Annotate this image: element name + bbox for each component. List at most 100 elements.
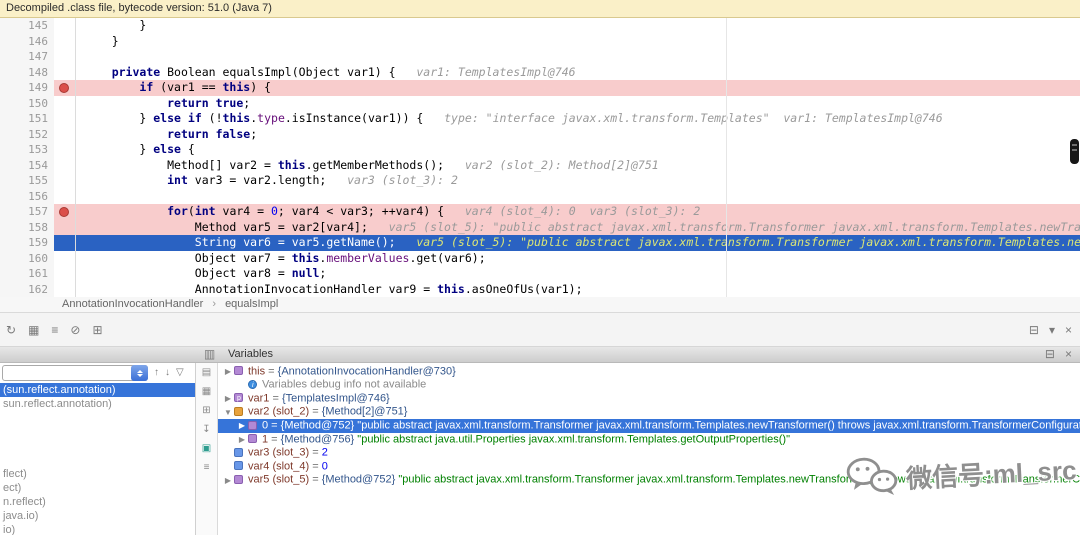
variable-row[interactable]: var4 (slot_4) = 0 (218, 460, 1080, 474)
code-editor[interactable]: 145 }146 }147148 private Boolean equalsI… (0, 18, 1080, 297)
gutter-cell[interactable] (54, 65, 76, 81)
filter-icon[interactable]: ▽ (176, 368, 184, 378)
line-number[interactable]: 154 (0, 158, 54, 174)
code-line[interactable]: 154 Method[] var2 = this.getMemberMethod… (0, 158, 1080, 174)
frame-row[interactable] (0, 411, 195, 425)
frame-row[interactable]: (sun.reflect.annotation) (0, 383, 195, 397)
frame-row[interactable]: java.io) (0, 509, 195, 523)
frame-row[interactable]: ect) (0, 481, 195, 495)
hide-panel-icon[interactable]: × (1065, 348, 1072, 360)
variable-row[interactable]: ▶this = {AnnotationInvocationHandler@730… (218, 365, 1080, 379)
settings-gear-icon[interactable]: ⊟ (1029, 324, 1039, 336)
frame-row[interactable] (0, 453, 195, 467)
hide-icon[interactable]: ▾ (1049, 324, 1055, 336)
breadcrumb-item-method[interactable]: equalsImpl (225, 298, 278, 310)
code-line[interactable]: 158 Method var5 = var2[var4]; var5 (slot… (0, 220, 1080, 236)
code-line[interactable]: 153 } else { (0, 142, 1080, 158)
gutter-cell[interactable] (54, 96, 76, 112)
line-number[interactable]: 148 (0, 65, 54, 81)
gutter-cell[interactable] (54, 49, 76, 65)
previous-frame-icon[interactable]: ↑ (154, 368, 159, 378)
code-line[interactable]: 161 Object var8 = null; (0, 266, 1080, 282)
line-number[interactable]: 156 (0, 189, 54, 205)
code-line[interactable]: 156 (0, 189, 1080, 205)
watches-panel-icon[interactable]: ⊞ (202, 406, 210, 416)
memory-view-icon[interactable]: ▣ (202, 444, 211, 454)
chevron-right-icon[interactable]: ▶ (222, 392, 234, 406)
line-number[interactable]: 161 (0, 266, 54, 282)
chevron-right-icon[interactable]: ▶ (236, 433, 248, 447)
code-line[interactable]: 148 private Boolean equalsImpl(Object va… (0, 65, 1080, 81)
chevron-right-icon[interactable]: ▶ (236, 419, 248, 433)
settings-icon[interactable]: ⊞ (92, 324, 102, 336)
thread-selector-dropdown[interactable] (2, 365, 148, 381)
gutter-cell[interactable] (54, 127, 76, 143)
variable-row[interactable]: ▶0 = {Method@752} "public abstract javax… (218, 419, 1080, 433)
more-options-icon[interactable]: ≡ (204, 463, 210, 473)
variable-row[interactable]: ▼var2 (slot_2) = {Method[2]@751} (218, 406, 1080, 420)
gutter-cell[interactable] (54, 235, 76, 251)
chevron-down-icon[interactable]: ▼ (222, 406, 234, 420)
code-line[interactable]: 149 if (var1 == this) { (0, 80, 1080, 96)
dropdown-arrows-icon[interactable] (131, 365, 148, 381)
line-number[interactable]: 155 (0, 173, 54, 189)
gutter-cell[interactable] (54, 158, 76, 174)
layout-settings-icon[interactable]: ⊟ (1045, 348, 1055, 360)
next-frame-icon[interactable]: ↓ (165, 368, 170, 378)
frame-row[interactable]: io) (0, 523, 195, 535)
code-line[interactable]: 162 AnnotationInvocationHandler var9 = t… (0, 282, 1080, 298)
line-number[interactable]: 158 (0, 220, 54, 236)
code-line[interactable]: 145 } (0, 18, 1080, 34)
close-icon[interactable]: × (1065, 324, 1072, 336)
code-line[interactable]: 147 (0, 49, 1080, 65)
gutter-cell[interactable] (54, 34, 76, 50)
gutter-cell[interactable] (54, 251, 76, 267)
line-number[interactable]: 145 (0, 18, 54, 34)
code-line[interactable]: 157 for(int var4 = 0; var4 < var3; ++var… (0, 204, 1080, 220)
variable-row[interactable]: ▶1 = {Method@756} "public abstract java.… (218, 433, 1080, 447)
code-line[interactable]: 150 return true; (0, 96, 1080, 112)
variable-row[interactable]: Variables debug info not available (218, 379, 1080, 393)
layout-icon[interactable]: ▥ (204, 348, 215, 360)
line-number[interactable]: 162 (0, 282, 54, 298)
frame-row[interactable]: flect) (0, 467, 195, 481)
variable-row[interactable]: ▶var5 (slot_5) = {Method@752} "public ab… (218, 474, 1080, 488)
threads-panel-icon[interactable]: ▦ (202, 387, 211, 397)
code-line[interactable]: 152 return false; (0, 127, 1080, 143)
breadcrumb-item-class[interactable]: AnnotationInvocationHandler (62, 298, 203, 310)
line-number[interactable]: 157 (0, 204, 54, 220)
line-number[interactable]: 160 (0, 251, 54, 267)
view-options-icon[interactable]: ≡ (51, 324, 58, 336)
breakpoint-icon[interactable] (59, 83, 69, 93)
gutter-cell[interactable] (54, 111, 76, 127)
frames-panel-icon[interactable]: ▤ (202, 368, 211, 378)
gutter-cell[interactable] (54, 220, 76, 236)
gutter-cell[interactable] (54, 189, 76, 205)
gutter-cell[interactable] (54, 173, 76, 189)
variable-row[interactable]: var3 (slot_3) = 2 (218, 447, 1080, 461)
line-number[interactable]: 159 (0, 235, 54, 251)
gutter-cell[interactable] (54, 266, 76, 282)
code-line[interactable]: 151 } else if (!this.type.isInstance(var… (0, 111, 1080, 127)
frame-row[interactable] (0, 439, 195, 453)
gutter-cell[interactable] (54, 204, 76, 220)
line-number[interactable]: 152 (0, 127, 54, 143)
export-frame-icon[interactable]: ↧ (202, 425, 210, 435)
chevron-right-icon[interactable]: ▶ (222, 365, 234, 379)
rerun-icon[interactable]: ↻ (6, 324, 16, 336)
breakpoint-icon[interactable] (59, 207, 69, 217)
line-number[interactable]: 147 (0, 49, 54, 65)
line-number[interactable]: 150 (0, 96, 54, 112)
frame-row[interactable]: n.reflect) (0, 495, 195, 509)
line-number[interactable]: 149 (0, 80, 54, 96)
line-number[interactable]: 151 (0, 111, 54, 127)
variable-row[interactable]: ▶var1 = {TemplatesImpl@746} (218, 392, 1080, 406)
mute-breakpoints-icon[interactable]: ⊘ (70, 324, 80, 336)
gutter-cell[interactable] (54, 282, 76, 298)
code-line[interactable]: 160 Object var7 = this.memberValues.get(… (0, 251, 1080, 267)
gutter-cell[interactable] (54, 18, 76, 34)
restore-layout-icon[interactable]: ▦ (28, 324, 39, 336)
frame-row[interactable] (0, 425, 195, 439)
line-number[interactable]: 153 (0, 142, 54, 158)
line-number[interactable]: 146 (0, 34, 54, 50)
